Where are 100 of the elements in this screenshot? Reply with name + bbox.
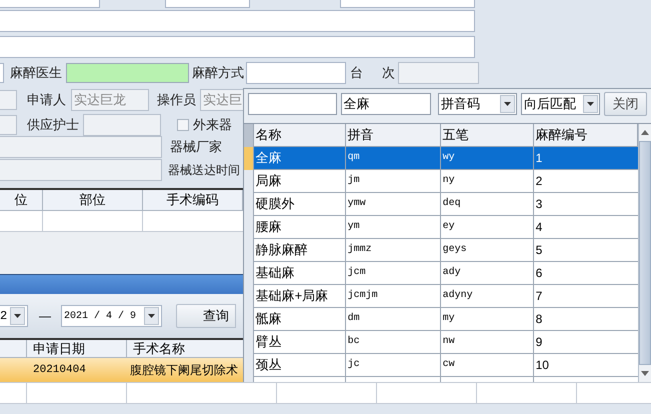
input-field[interactable] <box>340 0 475 8</box>
input-field[interactable] <box>398 62 479 84</box>
input-field[interactable] <box>0 115 17 135</box>
input-field[interactable] <box>0 159 162 181</box>
table-cell: jcmjm <box>346 285 441 307</box>
table-cell-text: 腹腔镜下阑尾切除术 <box>129 362 238 379</box>
table-row[interactable]: 臂丛 bc nw 9 <box>254 331 638 354</box>
table-cell-text: 10 <box>534 357 550 374</box>
caret-icon <box>14 314 21 318</box>
table-row[interactable]: 局麻 jm ny 2 <box>254 170 638 193</box>
column-header: 手术名称 <box>132 340 186 357</box>
input-field[interactable] <box>248 93 337 115</box>
select-field[interactable]: 拼音码 <box>438 93 517 115</box>
input-field[interactable] <box>0 0 100 8</box>
table-cell: deq <box>440 193 534 215</box>
date-field[interactable]: 2 <box>0 305 28 327</box>
checkbox[interactable] <box>177 119 189 131</box>
column-header: 位 <box>0 190 43 210</box>
caret-icon <box>504 102 511 106</box>
table-row[interactable]: 腰麻 ym ey 4 <box>254 216 638 239</box>
dropdown-button[interactable] <box>144 307 159 325</box>
table-cell: jcm <box>346 262 441 284</box>
table-cell: 腰麻 <box>254 216 346 238</box>
table-cell: jm <box>346 170 441 192</box>
input-field[interactable] <box>66 63 189 83</box>
field-label: 申请人 <box>27 91 66 110</box>
scrollbar-thumb[interactable] <box>638 141 651 365</box>
input-field[interactable] <box>246 62 346 84</box>
table-cell-text: 8 <box>534 311 544 328</box>
input-field[interactable] <box>83 114 161 136</box>
table-row[interactable]: 骶麻 dm my 8 <box>254 308 638 331</box>
select-value: 向后匹配 <box>524 95 576 114</box>
table-row[interactable]: 颈丛 jc cw 10 <box>254 354 638 377</box>
table-cell: qm <box>346 147 441 169</box>
checkbox-label: 外来器 <box>193 116 232 134</box>
table-row[interactable]: 基础麻+局麻 jcmjm adyny 7 <box>254 285 638 308</box>
table-cell: 颈丛 <box>254 354 346 376</box>
row-indicator <box>244 147 253 170</box>
dropdown-button[interactable] <box>10 307 25 325</box>
table-cell: bc <box>346 331 441 353</box>
caret-icon <box>586 102 594 106</box>
table-cell-text: 7 <box>534 288 544 305</box>
table-cell: ady <box>440 262 534 284</box>
table-cell: nw <box>440 331 534 353</box>
table-cell: 基础麻+局麻 <box>254 285 346 307</box>
table-row[interactable]: 20210404 腹腔镜下阑尾切除术 <box>0 358 243 382</box>
table-cell: 局麻 <box>254 170 346 192</box>
dropdown-button[interactable] <box>582 95 598 113</box>
table-cell: dm <box>346 308 441 330</box>
field-label: 台 <box>350 64 363 82</box>
select-value: 拼音码 <box>441 95 480 114</box>
table-cell: cw <box>440 354 534 376</box>
scrollbar[interactable] <box>638 124 651 382</box>
table-row[interactable]: 全麻 qm wy 1 <box>254 147 638 170</box>
table-cell: jc <box>346 354 441 376</box>
input-field[interactable] <box>0 36 475 58</box>
table-cell-text: 3 <box>534 196 544 213</box>
table-cell-text: 4 <box>534 219 544 236</box>
date-value: 2021 / 4 / 9 <box>64 310 136 324</box>
table-cell: jmmz <box>346 239 441 261</box>
search-field[interactable]: 全麻 <box>340 93 432 115</box>
table-cell-text: 9 <box>534 334 544 351</box>
scroll-down-icon[interactable] <box>640 371 649 376</box>
field-label: 麻醉医生 <box>10 64 62 82</box>
field-label: 器械送达时间 <box>168 162 240 179</box>
close-button[interactable]: 关闭 <box>604 92 647 116</box>
query-button[interactable]: 查询 <box>176 304 236 328</box>
date-value: 2 <box>0 308 8 325</box>
table-cell: ymw <box>346 193 441 215</box>
table-cell-text: 20210404 <box>32 362 87 378</box>
table-row[interactable]: 静脉麻醉 jmmz geys 5 <box>254 239 638 262</box>
table-cell: ym <box>346 216 441 238</box>
column-header: 申请日期 <box>27 340 127 357</box>
table-row[interactable]: 基础麻 jcm ady 6 <box>254 262 638 285</box>
date-separator: — <box>39 308 51 325</box>
input-field[interactable] <box>0 90 17 110</box>
table-cell: my <box>440 308 534 330</box>
table-cell: ey <box>440 216 534 238</box>
table-cell-text: 6 <box>534 265 544 282</box>
column-header: 名称 <box>254 124 346 146</box>
table-cell: 全麻 <box>254 147 346 169</box>
caret-icon <box>148 314 155 318</box>
input-field[interactable] <box>0 63 4 83</box>
scroll-up-icon[interactable] <box>640 130 649 135</box>
date-field[interactable]: 2021 / 4 / 9 <box>61 305 162 327</box>
table-cell: ny <box>440 170 534 192</box>
table-cell-text: 1 <box>534 150 544 167</box>
column-header: 拼音 <box>346 124 441 146</box>
table-row[interactable]: 硬膜外 ymw deq 3 <box>254 193 638 216</box>
table-cell: 骶麻 <box>254 308 346 330</box>
field-label: 操作员 <box>157 91 196 110</box>
dropdown-button[interactable] <box>500 95 515 113</box>
table-cell: geys <box>440 239 534 261</box>
table-cell-text: 2 <box>534 173 544 190</box>
table-cell: adyny <box>440 285 534 307</box>
select-field[interactable] <box>165 0 250 8</box>
select-field[interactable]: 向后匹配 <box>520 93 600 115</box>
input-field[interactable] <box>0 136 162 158</box>
input-field[interactable] <box>0 10 475 32</box>
field-label: 麻醉方式 <box>192 64 244 82</box>
